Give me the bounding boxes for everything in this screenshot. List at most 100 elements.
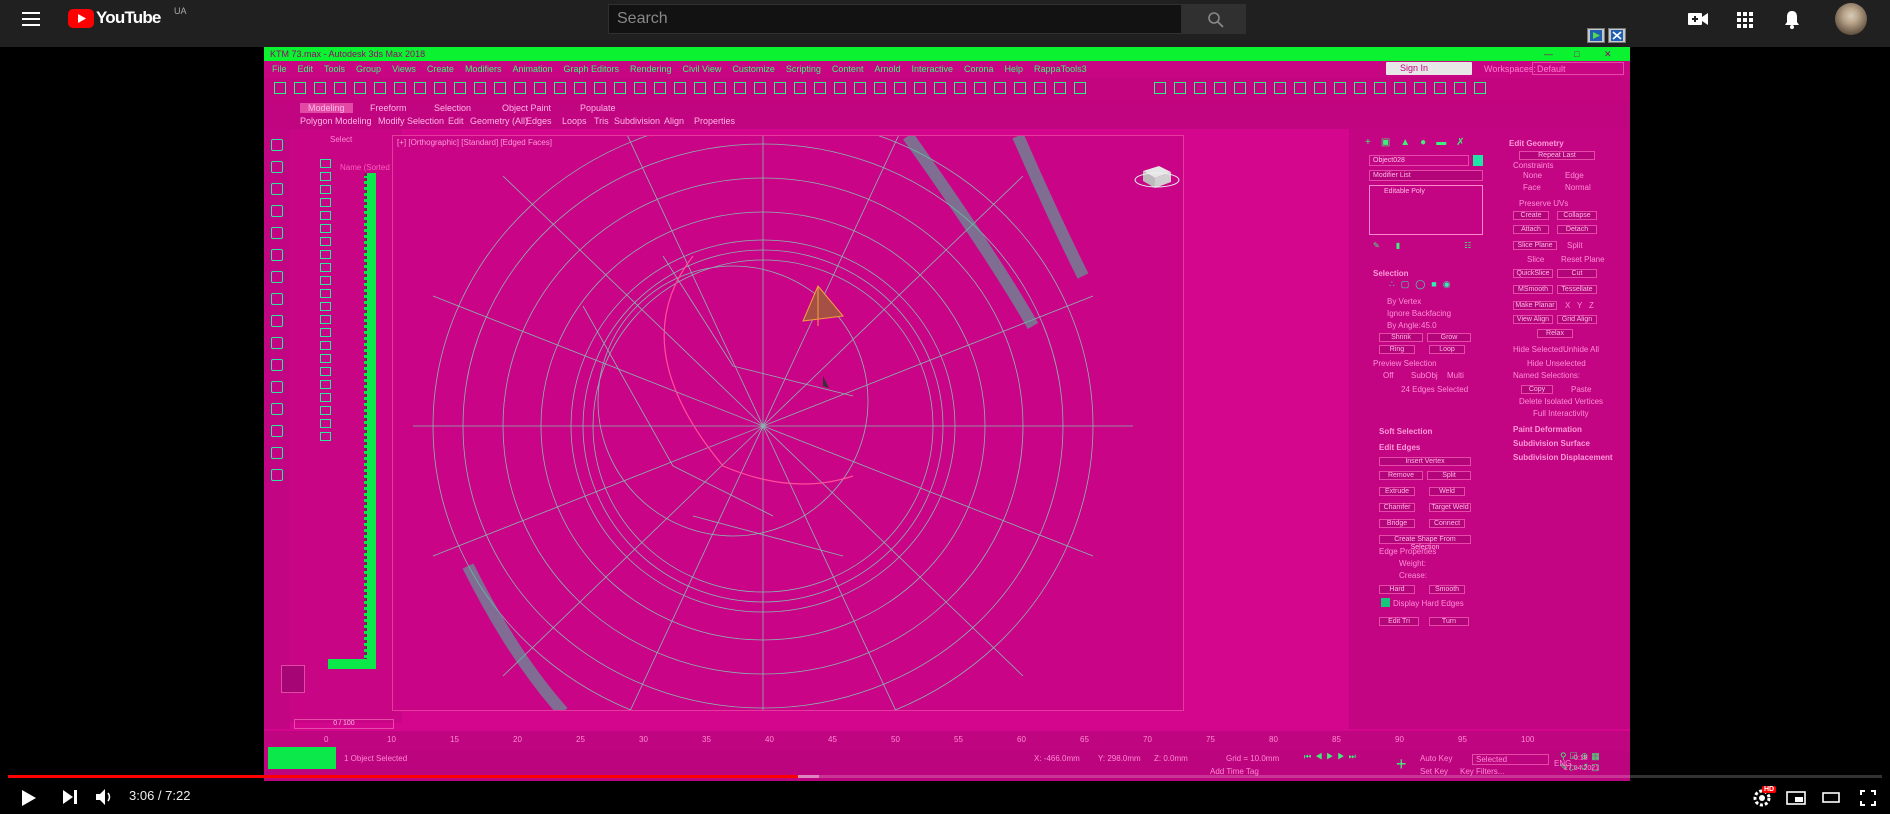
toolbar-button[interactable] [1354,82,1366,94]
loop-button[interactable]: Loop [1429,345,1465,354]
repeat-last-button[interactable]: Repeat Last [1519,151,1595,160]
toolbar-button[interactable] [414,82,426,94]
paste-button[interactable]: Paste [1571,385,1591,394]
toolbar-button[interactable] [1174,82,1186,94]
toolbar-button[interactable] [434,82,446,94]
left-tool-button[interactable] [271,227,283,239]
toolbar-button[interactable] [474,82,486,94]
selection-rollout-head[interactable]: Selection [1373,269,1409,278]
toolbar-button[interactable] [1454,82,1466,94]
soft-selection-rollout[interactable]: Soft Selection [1379,427,1432,436]
stack-item-editable-poly[interactable]: Editable Poly [1384,188,1425,195]
turn-button[interactable]: Turn [1429,617,1469,626]
toolbar-button[interactable] [1274,82,1286,94]
toolbar-button[interactable] [1014,82,1026,94]
toolbar-button[interactable] [894,82,906,94]
toolbar-button[interactable] [314,82,326,94]
ribbon-sub-polygon-modeling[interactable]: Polygon Modeling [300,116,372,126]
grow-button[interactable]: Grow [1427,333,1471,342]
menu-arnold[interactable]: Arnold [874,64,900,74]
preview-off-radio[interactable]: Off [1383,371,1394,380]
ignore-backfacing-check[interactable]: Ignore Backfacing [1387,309,1451,318]
modifier-list-select[interactable]: Modifier List [1369,170,1483,181]
create-shape-button[interactable]: Create Shape From Selection [1379,535,1471,551]
toolbar-button[interactable] [1234,82,1246,94]
menu-rendering[interactable]: Rendering [630,64,672,74]
toolbar-button[interactable] [754,82,766,94]
by-vertex-check[interactable]: By Vertex [1387,297,1421,306]
display-hard-edges-check[interactable]: Display Hard Edges [1393,599,1464,608]
scene-explorer-select[interactable]: Select [330,135,352,144]
menu-create[interactable]: Create [427,64,454,74]
ribbon-sub-loops[interactable]: Loops [562,116,587,126]
left-tool-button[interactable] [271,205,283,217]
theater-icon[interactable] [1822,792,1840,803]
object-color-swatch[interactable] [1473,155,1483,166]
scene-explorer-filter-button[interactable] [320,367,331,376]
ribbon-sub-edges[interactable]: Edges [526,116,552,126]
ribbon-tab-modeling[interactable]: Modeling [300,103,353,113]
toolbar-button[interactable] [514,82,526,94]
hide-selected-button[interactable]: Hide Selected [1513,345,1563,354]
preview-multi-radio[interactable]: Multi [1447,371,1464,380]
ribbon-sub-geometry[interactable]: Geometry (All) [470,116,528,126]
object-name-field[interactable]: Object028 [1369,155,1469,166]
menu-graph-editors[interactable]: Graph Editors [563,64,619,74]
scene-explorer-scrollbar[interactable] [364,173,376,661]
ring-button[interactable]: Ring [1379,345,1415,354]
relax-button[interactable]: Relax [1537,329,1573,338]
toolbar-button[interactable] [274,82,286,94]
ribbon-sub-modify-selection[interactable]: Modify Selection [378,116,444,126]
reset-plane-button[interactable]: Reset Plane [1561,255,1605,264]
make-planar-button[interactable]: Make Planar [1513,301,1557,310]
toolbar-button[interactable] [794,82,806,94]
playback-controls[interactable]: ⏮◀▶▶⏭ [1304,752,1380,762]
planar-x-button[interactable]: X [1565,301,1570,310]
scene-explorer-filter-button[interactable] [320,341,331,350]
slice-plane-button[interactable]: Slice Plane [1513,241,1557,250]
toolbar-button[interactable] [574,82,586,94]
menu-group[interactable]: Group [356,64,381,74]
scene-explorer-icon[interactable] [281,665,305,693]
menu-animation[interactable]: Animation [512,64,552,74]
miniplayer-icon[interactable] [1786,791,1806,805]
scene-explorer-filter-button[interactable] [320,393,331,402]
constraint-face-radio[interactable]: Face [1523,183,1541,192]
left-tool-button[interactable] [271,315,283,327]
scene-explorer-filter-button[interactable] [320,289,331,298]
toolbar-button[interactable] [814,82,826,94]
maxscript-listener[interactable] [268,747,336,769]
perspective-viewport[interactable]: [+] [Orthographic] [Standard] [Edged Fac… [392,135,1184,711]
ribbon-sub-edit[interactable]: Edit [448,116,464,126]
menu-views[interactable]: Views [392,64,416,74]
planar-z-button[interactable]: Z [1589,301,1594,310]
scene-explorer-filter-button[interactable] [320,419,331,428]
target-weld-button[interactable]: Target Weld [1429,503,1471,512]
toolbar-button[interactable] [914,82,926,94]
menu-customize[interactable]: Customize [732,64,775,74]
left-tool-button[interactable] [271,161,283,173]
timeline[interactable]: 0 / 100 0 10 15 20 25 30 35 40 45 50 55 60 65 70 75 80 8… [264,719,1630,751]
toolbar-button[interactable] [734,82,746,94]
detach-button[interactable]: Detach [1557,225,1597,234]
edit-edges-rollout[interactable]: Edit Edges [1379,443,1420,452]
preview-subobj-radio[interactable]: SubObj [1411,371,1438,380]
toolbar-button[interactable] [1314,82,1326,94]
split-check[interactable]: Split [1567,241,1583,250]
window-close[interactable]: ✕ [1604,47,1612,61]
toolbar-button[interactable] [1034,82,1046,94]
toolbar-button[interactable] [374,82,386,94]
left-tool-button[interactable] [271,359,283,371]
ribbon-sub-subdivision[interactable]: Subdivision [614,116,660,126]
constraint-normal-radio[interactable]: Normal [1565,183,1591,192]
search-input[interactable]: Search [608,4,1182,34]
constraint-none-radio[interactable]: None [1523,171,1542,180]
toolbar-button[interactable] [694,82,706,94]
ribbon-sub-tris[interactable]: Tris [594,116,609,126]
toolbar-button[interactable] [1394,82,1406,94]
left-tool-button[interactable] [271,293,283,305]
scene-explorer-filter-button[interactable] [320,237,331,246]
menu-content[interactable]: Content [832,64,864,74]
menu-tools[interactable]: Tools [324,64,345,74]
notifications-icon[interactable] [1784,10,1800,30]
